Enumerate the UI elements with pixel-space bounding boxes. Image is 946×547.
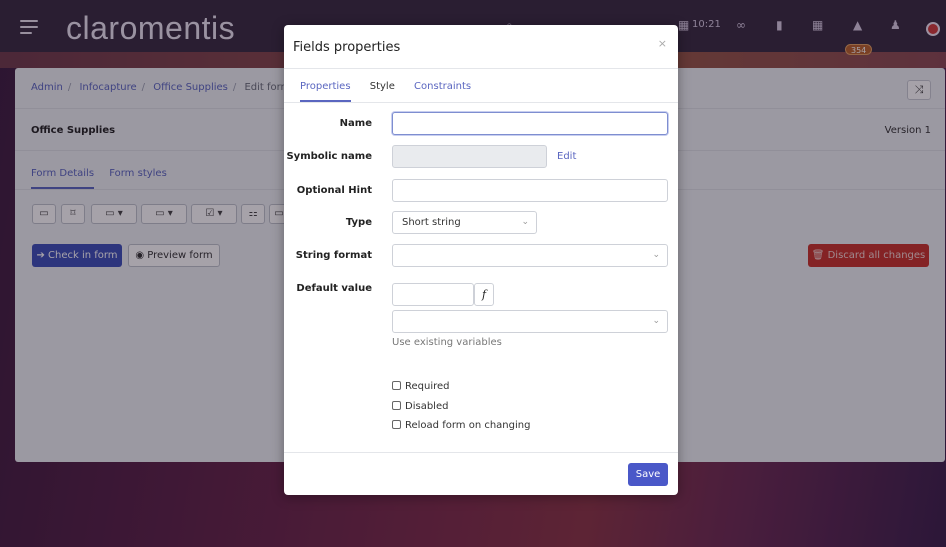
type-label: Type	[345, 217, 372, 228]
tab-properties[interactable]: Properties	[300, 81, 351, 102]
name-input[interactable]	[392, 112, 668, 135]
chevron-down-icon: ⌄	[652, 316, 660, 326]
chevron-down-icon: ⌄	[521, 217, 529, 227]
checkbox-icon[interactable]	[392, 401, 401, 410]
symbolic-name-input	[392, 145, 547, 168]
string-format-label: String format	[295, 250, 372, 261]
checkbox-icon[interactable]	[392, 381, 401, 390]
save-button[interactable]: Save	[628, 463, 668, 486]
type-select-value: Short string	[402, 217, 461, 228]
chevron-down-icon: ⌄	[652, 250, 660, 260]
function-button[interactable]: f	[474, 283, 494, 306]
reload-on-change-checkbox[interactable]: Reload form on changing	[392, 420, 530, 431]
variables-select[interactable]: ⌄	[392, 310, 668, 333]
fields-properties-modal: Fields properties × Properties Style Con…	[284, 25, 678, 495]
string-format-select[interactable]: ⌄	[392, 244, 668, 267]
optional-hint-label: Optional Hint	[296, 185, 372, 196]
modal-title: Fields properties	[293, 40, 401, 55]
optional-hint-input[interactable]	[392, 179, 668, 202]
modal-tabs: Properties Style Constraints	[300, 81, 487, 102]
checkbox-icon[interactable]	[392, 420, 401, 429]
tab-style[interactable]: Style	[370, 81, 395, 100]
disabled-checkbox[interactable]: Disabled	[392, 401, 448, 412]
default-value-input[interactable]	[392, 283, 474, 306]
symbolic-name-label: Symbolic name	[286, 151, 372, 162]
variables-hint: Use existing variables	[392, 337, 502, 348]
close-icon[interactable]: ×	[658, 37, 667, 50]
default-value-label: Default value	[296, 283, 372, 294]
tab-constraints[interactable]: Constraints	[414, 81, 471, 100]
type-select[interactable]: Short string ⌄	[392, 211, 537, 234]
name-label: Name	[339, 118, 372, 129]
edit-symbolic-link[interactable]: Edit	[557, 151, 576, 162]
required-checkbox[interactable]: Required	[392, 381, 450, 392]
